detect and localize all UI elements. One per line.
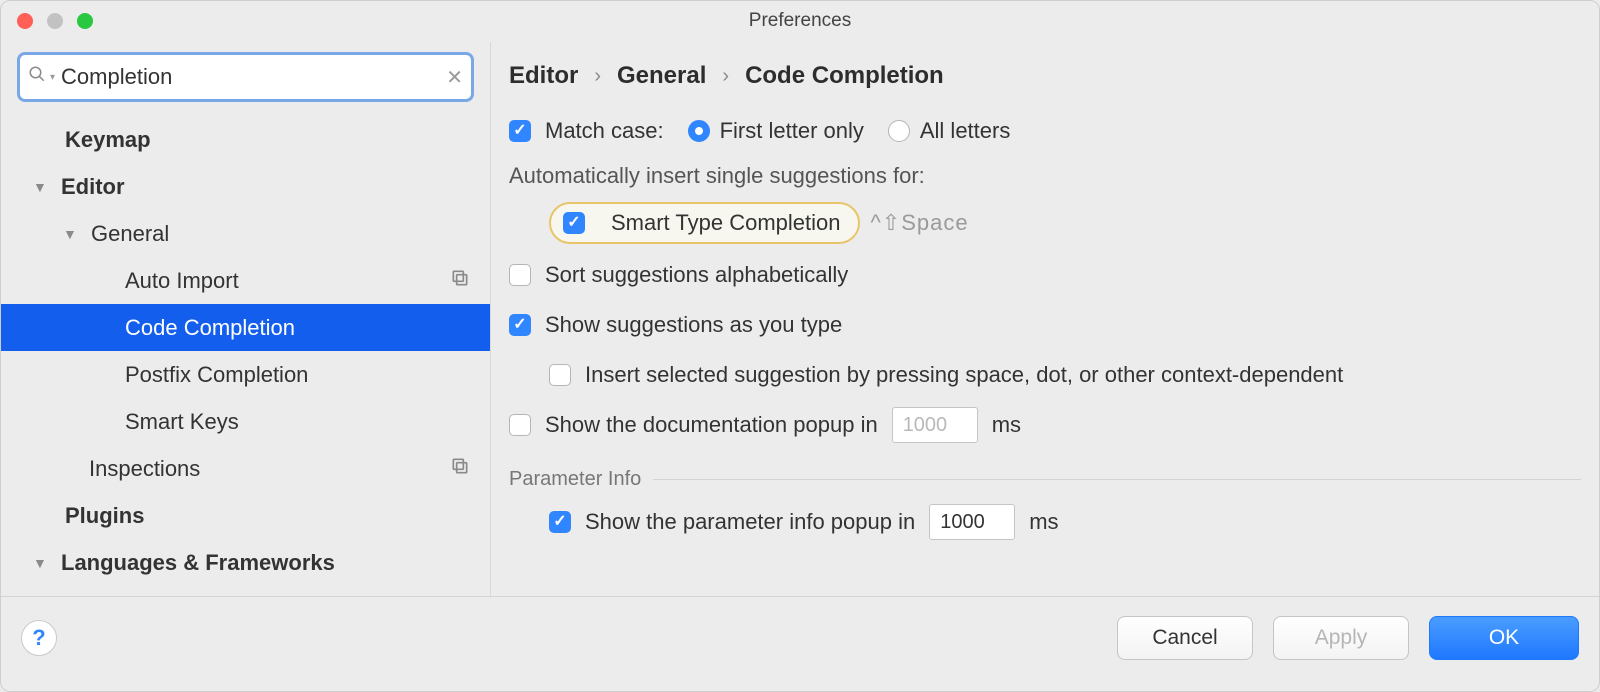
match-case-checkbox[interactable] [509, 120, 531, 142]
show-param-popup-checkbox[interactable] [549, 511, 571, 533]
breadcrumb-general[interactable]: General [617, 62, 706, 90]
smart-type-shortcut: ^⇧Space [870, 210, 968, 236]
content-pane: Editor › General › Code Completion Match… [491, 42, 1599, 596]
chevron-right-icon: › [722, 65, 729, 88]
search-input[interactable] [61, 64, 446, 90]
search-dropdown-icon[interactable]: ▾ [50, 72, 55, 83]
dialog-footer: ? Cancel Apply OK [1, 596, 1599, 678]
chevron-down-icon[interactable] [63, 226, 81, 242]
tree-item-smart-keys[interactable]: Smart Keys [1, 398, 490, 445]
chevron-down-icon[interactable] [33, 179, 51, 195]
zoom-window-button[interactable] [77, 13, 93, 29]
all-letters-label: All letters [920, 118, 1010, 144]
sidebar: ▾ ✕ Keymap Editor General Auto [1, 42, 491, 596]
first-letter-label: First letter only [720, 118, 864, 144]
tree-item-general[interactable]: General [1, 210, 490, 257]
ok-button[interactable]: OK [1429, 616, 1579, 660]
breadcrumb: Editor › General › Code Completion [491, 42, 1599, 102]
copy-icon [450, 268, 470, 294]
insert-by-space-checkbox[interactable] [549, 364, 571, 386]
param-popup-ms-input[interactable] [929, 504, 1015, 540]
tree-item-editor[interactable]: Editor [1, 163, 490, 210]
first-letter-radio[interactable] [688, 120, 710, 142]
copy-icon [450, 456, 470, 482]
insert-by-space-label: Insert selected suggestion by pressing s… [585, 362, 1343, 388]
parameter-info-header: Parameter Info [509, 468, 641, 491]
show-as-type-label: Show suggestions as you type [545, 312, 842, 338]
settings-tree: Keymap Editor General Auto Import [1, 110, 490, 586]
window-title: Preferences [15, 10, 1585, 32]
tree-item-keymap[interactable]: Keymap [1, 116, 490, 163]
sort-alpha-label: Sort suggestions alphabetically [545, 262, 848, 288]
search-icon [28, 65, 46, 89]
chevron-down-icon[interactable] [33, 555, 51, 571]
cancel-button[interactable]: Cancel [1117, 616, 1253, 660]
window-controls [17, 13, 93, 29]
sort-alpha-checkbox[interactable] [509, 264, 531, 286]
clear-search-icon[interactable]: ✕ [446, 65, 463, 90]
show-doc-popup-label: Show the documentation popup in [545, 412, 878, 438]
divider [653, 479, 1581, 480]
doc-popup-ms-input[interactable] [892, 407, 978, 443]
tree-item-plugins[interactable]: Plugins [1, 492, 490, 539]
match-case-label: Match case: [545, 118, 664, 144]
auto-insert-label: Automatically insert single suggestions … [509, 163, 925, 189]
show-param-popup-label: Show the parameter info popup in [585, 509, 915, 535]
apply-button[interactable]: Apply [1273, 616, 1409, 660]
smart-type-label: Smart Type Completion [611, 210, 840, 236]
breadcrumb-code-completion: Code Completion [745, 62, 944, 90]
breadcrumb-editor[interactable]: Editor [509, 62, 578, 90]
show-doc-popup-checkbox[interactable] [509, 414, 531, 436]
smart-type-highlight: Smart Type Completion [549, 202, 860, 244]
all-letters-radio[interactable] [888, 120, 910, 142]
help-button[interactable]: ? [21, 620, 57, 656]
tree-item-code-completion[interactable]: Code Completion [1, 304, 490, 351]
chevron-right-icon: › [594, 65, 601, 88]
smart-type-checkbox[interactable] [563, 212, 585, 234]
ms-label: ms [1029, 509, 1058, 535]
tree-item-auto-import[interactable]: Auto Import [1, 257, 490, 304]
tree-item-inspections[interactable]: Inspections [1, 445, 490, 492]
show-as-type-checkbox[interactable] [509, 314, 531, 336]
close-window-button[interactable] [17, 13, 33, 29]
titlebar: Preferences [1, 1, 1599, 41]
ms-label: ms [992, 412, 1021, 438]
tree-item-postfix-completion[interactable]: Postfix Completion [1, 351, 490, 398]
tree-item-languages-frameworks[interactable]: Languages & Frameworks [1, 539, 490, 586]
search-input-wrapper[interactable]: ▾ ✕ [17, 52, 474, 102]
minimize-window-button[interactable] [47, 13, 63, 29]
